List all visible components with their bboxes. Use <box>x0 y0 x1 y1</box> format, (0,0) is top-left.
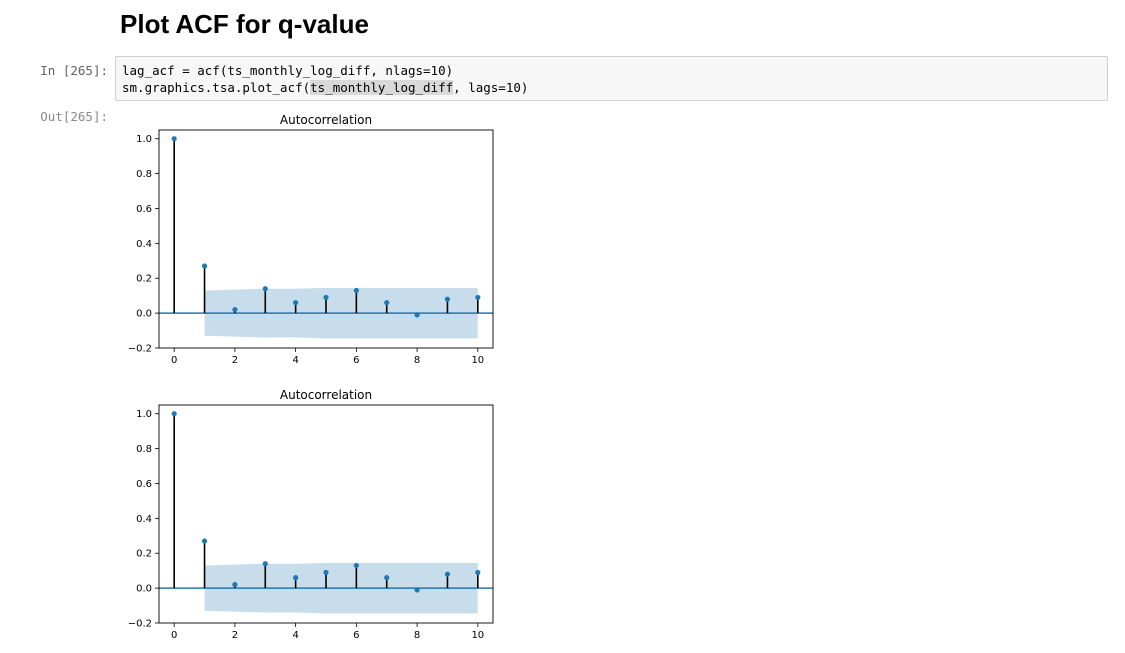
acf-point-lag-9 <box>444 296 451 302</box>
code-line-2: sm.graphics.tsa.plot_acf(ts_monthly_log_… <box>122 79 1101 96</box>
y-tick-label: 0.4 <box>136 514 152 525</box>
input-prompt: In [265]: <box>40 63 108 78</box>
acf-point-lag-0 <box>171 136 177 142</box>
code-line-2-prefix: sm.graphics.tsa.plot_acf( <box>122 80 311 95</box>
markdown-heading: Plot ACF for q-value <box>120 9 369 39</box>
y-tick-label: 0.2 <box>136 549 152 560</box>
x-tick-label: 10 <box>471 630 484 641</box>
code-cell-editor[interactable]: lag_acf = acf(ts_monthly_log_diff, nlags… <box>115 56 1108 101</box>
y-tick-label: 0.0 <box>136 309 152 320</box>
chart-title: Autocorrelation <box>280 388 372 402</box>
x-tick-label: 2 <box>232 355 238 366</box>
acf-chart-2: Autocorrelation 0 2 4 6 8 10 −0.2 0.0 0.2 0.4 0.6 0.… <box>128 388 494 641</box>
y-tick-label: 0.0 <box>136 584 152 595</box>
x-tick-label: 4 <box>292 355 298 366</box>
acf-chart-1: Autocorrelation 0 2 4 6 8 10 −0.2 0.0 0.2 0.4 0.6 0.… <box>128 113 494 366</box>
acf-point-lag-8 <box>414 587 420 593</box>
acf-point-lag-9 <box>444 571 451 577</box>
chart-title: Autocorrelation <box>280 113 372 127</box>
x-tick-label: 6 <box>353 630 359 641</box>
acf-point-lag-0 <box>171 411 177 417</box>
acf-point-lag-1 <box>201 538 208 544</box>
y-tick-label: 0.6 <box>136 479 152 490</box>
y-tick-label: 1.0 <box>136 409 152 420</box>
x-tick-label: 10 <box>471 355 484 366</box>
y-tick-label: 0.4 <box>136 239 152 250</box>
acf-point-lag-3 <box>262 286 268 292</box>
y-tick-label: −0.2 <box>128 619 152 630</box>
code-selection-highlight: ts_monthly_log_diff <box>310 80 454 95</box>
x-tick-label: 4 <box>292 630 298 641</box>
acf-point-lag-1 <box>201 263 208 269</box>
acf-point-lag-6 <box>353 287 359 294</box>
acf-point-lag-5 <box>323 294 329 301</box>
acf-point-lag-5 <box>323 569 329 576</box>
y-tick-label: 0.2 <box>136 274 152 285</box>
acf-point-lag-4 <box>293 300 299 306</box>
y-tick-label: 0.8 <box>136 169 152 180</box>
x-tick-label: 8 <box>414 630 420 641</box>
y-tick-label: 0.8 <box>136 444 152 455</box>
output-prompt: Out[265]: <box>40 109 108 124</box>
y-tick-label: −0.2 <box>128 344 152 355</box>
acf-point-lag-10 <box>475 569 481 576</box>
acf-point-lag-4 <box>293 575 299 581</box>
y-tick-label: 1.0 <box>136 134 152 145</box>
x-tick-label: 2 <box>232 630 238 641</box>
y-tick-label: 0.6 <box>136 204 152 215</box>
code-line-2-suffix: , lags=10) <box>453 80 529 95</box>
x-tick-label: 0 <box>171 355 177 366</box>
x-tick-label: 6 <box>353 355 359 366</box>
acf-point-lag-3 <box>262 561 268 567</box>
acf-point-lag-2 <box>232 307 238 313</box>
code-line-1: lag_acf = acf(ts_monthly_log_diff, nlags… <box>122 63 454 78</box>
acf-point-lag-7 <box>384 575 390 581</box>
x-tick-label: 0 <box>171 630 177 641</box>
acf-point-lag-8 <box>414 312 420 318</box>
acf-point-lag-6 <box>353 562 359 569</box>
acf-point-lag-7 <box>384 300 390 306</box>
acf-point-lag-2 <box>232 582 238 588</box>
acf-point-lag-10 <box>475 294 481 301</box>
x-tick-label: 8 <box>414 355 420 366</box>
